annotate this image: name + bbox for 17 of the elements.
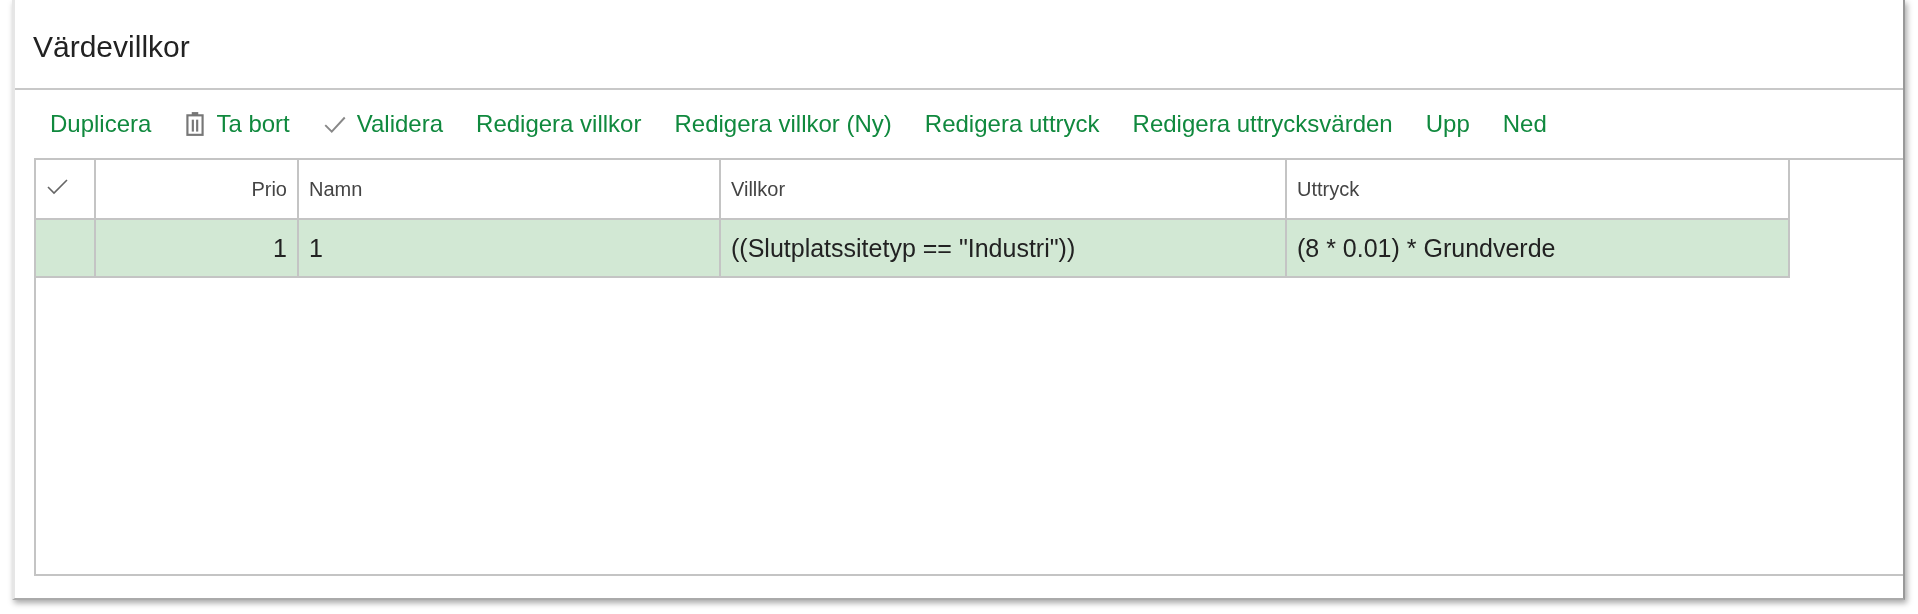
toolbar-button[interactable]: Duplicera bbox=[50, 106, 152, 142]
toolbar-button[interactable]: Redigera uttrycksvärden bbox=[1132, 106, 1393, 142]
toolbar-button[interactable]: Upp bbox=[1425, 106, 1470, 142]
table-cell: 1 bbox=[298, 219, 720, 277]
table-row[interactable]: 1 1 ((Slutplatssitetyp == "Industri")) (8 * 0.01) * Grundverde bbox=[36, 219, 1789, 277]
toolbar-button[interactable]: Ta bort bbox=[184, 106, 290, 142]
trash-icon bbox=[184, 111, 207, 137]
toolbar-button[interactable]: Redigera villkor (Ny) bbox=[674, 106, 892, 142]
toolbar-button[interactable]: Redigera uttryck bbox=[924, 106, 1100, 142]
panel-title: Värdevillkor bbox=[33, 30, 190, 64]
table-cell: ((Slutplatssitetyp == "Industri")) bbox=[720, 219, 1286, 277]
toolbar-button[interactable]: Ned bbox=[1502, 106, 1547, 142]
select-all-check-icon[interactable] bbox=[46, 176, 70, 197]
toolbar-button[interactable]: Redigera villkor bbox=[476, 106, 642, 142]
table-cell: (8 * 0.01) * Grundverde bbox=[1286, 219, 1789, 277]
toolbar-button[interactable]: Validera bbox=[322, 106, 444, 142]
table-cell: 1 bbox=[95, 219, 298, 277]
